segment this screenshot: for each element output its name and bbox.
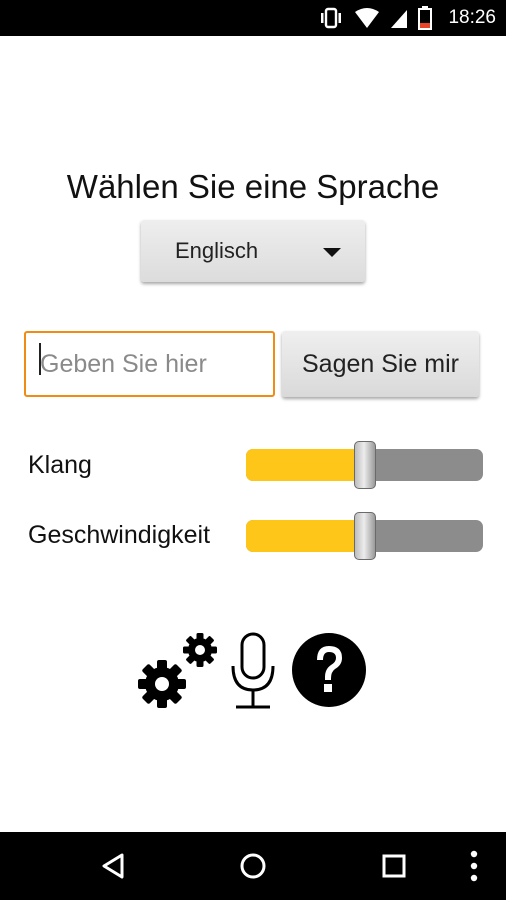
speed-slider-thumb[interactable] bbox=[353, 512, 376, 560]
cell-signal-icon bbox=[390, 7, 408, 29]
status-clock: 18:26 bbox=[448, 7, 496, 28]
speed-slider[interactable] bbox=[246, 512, 483, 560]
wifi-icon bbox=[354, 7, 380, 29]
speak-button[interactable]: Sagen Sie mir bbox=[282, 331, 479, 397]
volume-slider-thumb[interactable] bbox=[353, 441, 376, 489]
dropdown-arrow-icon bbox=[323, 248, 341, 257]
battery-low-icon bbox=[418, 6, 433, 30]
text-cursor bbox=[39, 343, 41, 375]
page-title: Wählen Sie eine Sprache bbox=[66, 168, 440, 205]
navigation-bar bbox=[0, 832, 506, 900]
volume-slider[interactable] bbox=[246, 441, 483, 489]
recents-icon[interactable] bbox=[359, 832, 429, 900]
status-bar: 18:26 bbox=[0, 0, 506, 36]
text-input[interactable] bbox=[24, 331, 275, 397]
speed-slider-fill bbox=[246, 520, 365, 552]
microphone-icon[interactable] bbox=[228, 632, 278, 713]
vibrate-icon bbox=[318, 7, 344, 29]
language-select[interactable]: Englisch bbox=[141, 220, 365, 282]
settings-gears-icon[interactable] bbox=[137, 630, 219, 715]
overflow-menu-icon[interactable] bbox=[444, 832, 504, 900]
help-icon[interactable] bbox=[291, 632, 367, 711]
status-icons: 18:26 bbox=[318, 0, 496, 36]
volume-label: Klang bbox=[28, 451, 92, 479]
speed-label: Geschwindigkeit bbox=[28, 521, 211, 549]
volume-slider-fill bbox=[246, 449, 365, 481]
home-icon[interactable] bbox=[218, 832, 288, 900]
back-icon[interactable] bbox=[78, 832, 148, 900]
language-select-value: Englisch bbox=[175, 238, 259, 263]
